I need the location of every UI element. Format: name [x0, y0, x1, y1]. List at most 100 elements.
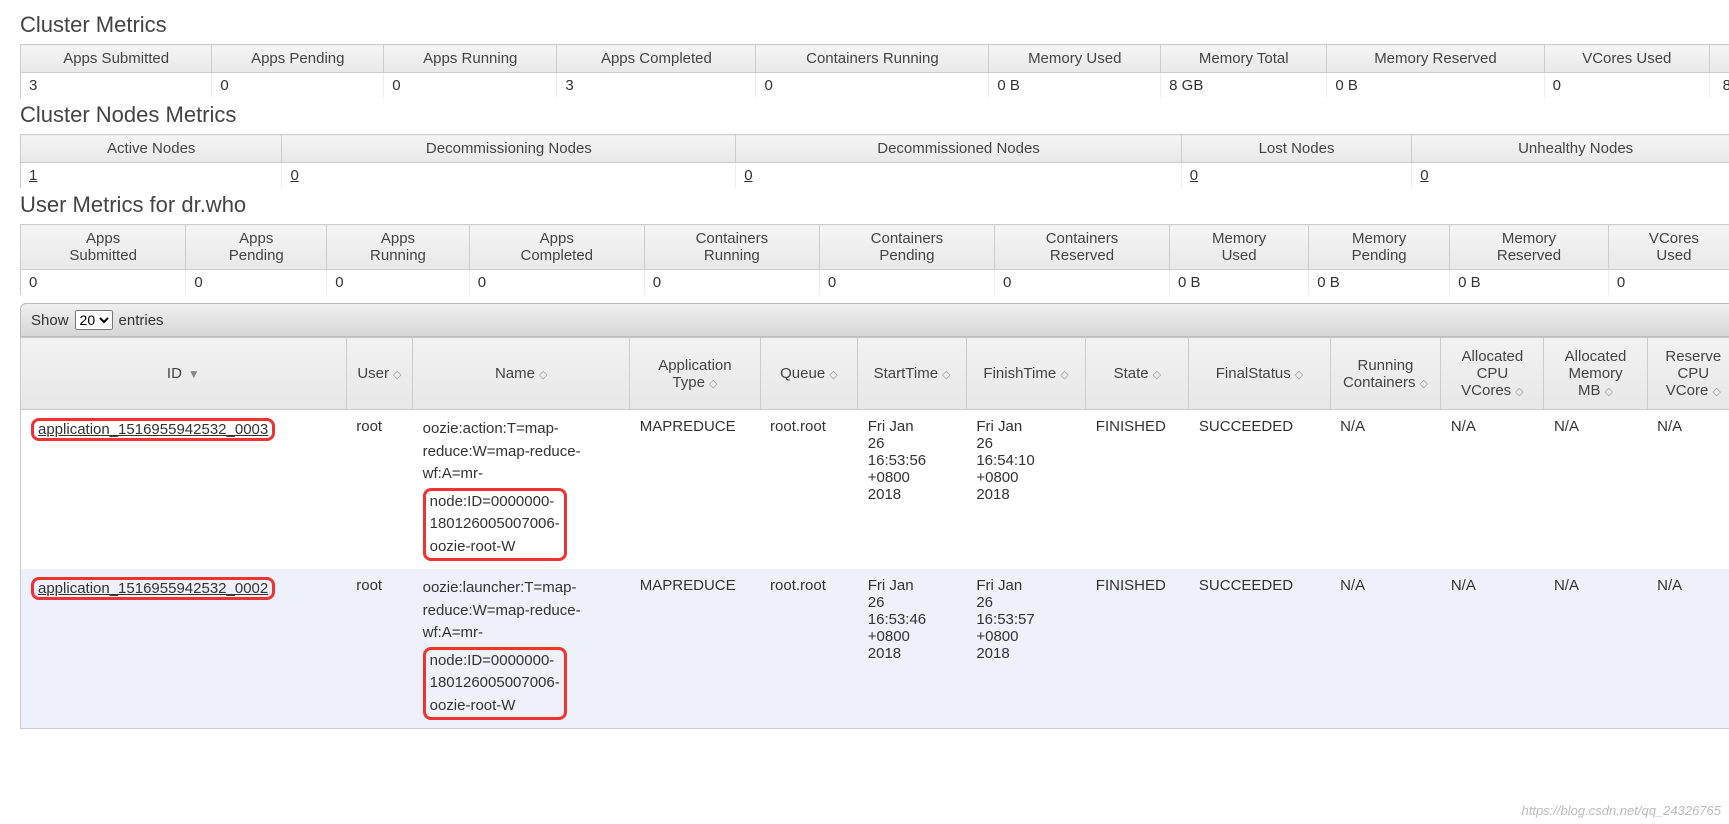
col-header[interactable]: Active Nodes	[21, 135, 282, 163]
app-id-highlight: application_1516955942532_0003	[31, 418, 275, 441]
col-header[interactable]: Name◇	[413, 338, 630, 410]
metric-value: 0	[819, 270, 994, 296]
cell-mem: N/A	[1544, 569, 1647, 729]
cluster-metrics-table: Apps SubmittedApps PendingApps RunningAp…	[20, 44, 1729, 98]
cell-id: application_1516955942532_0002	[21, 569, 347, 729]
col-header[interactable]: AppsSubmitted	[21, 225, 186, 270]
col-header[interactable]: AppsPending	[186, 225, 327, 270]
node-link[interactable]: 0	[744, 167, 752, 184]
sort-icon: ◇	[942, 369, 950, 381]
cell-rc: N/A	[1330, 410, 1441, 570]
name-highlight: node:ID=0000000-180126005007006-oozie-ro…	[423, 488, 567, 562]
col-header[interactable]: MemoryPending	[1309, 225, 1450, 270]
node-link[interactable]: 0	[1420, 167, 1428, 184]
col-header[interactable]: Apps Running	[384, 45, 557, 73]
col-header[interactable]: Queue◇	[760, 338, 858, 410]
col-header[interactable]: ContainersRunning	[644, 225, 819, 270]
metric-value: 0	[1544, 73, 1709, 99]
col-header[interactable]: Decommissioning Nodes	[282, 135, 736, 163]
metric-value: 0	[21, 270, 186, 296]
col-header[interactable]: FinalStatus◇	[1189, 338, 1330, 410]
node-link[interactable]: 0	[1190, 167, 1198, 184]
metric-value: 0 B	[989, 73, 1161, 99]
col-header[interactable]: State◇	[1086, 338, 1189, 410]
cell-id: application_1516955942532_0003	[21, 410, 347, 570]
cell-name: oozie:launcher:T=map-reduce:W=map-reduce…	[413, 569, 630, 729]
metric-value: 0	[384, 73, 557, 99]
sort-icon: ◇	[539, 369, 547, 381]
col-header[interactable]: Decommissioned Nodes	[736, 135, 1182, 163]
cell-start: Fri Jan2616:53:46+08002018	[858, 569, 967, 729]
app-id-link[interactable]: application_1516955942532_0002	[38, 580, 268, 597]
sort-desc-icon: ▼	[188, 367, 200, 381]
metric-value: 0 B	[1327, 73, 1544, 99]
col-header[interactable]: Apps Completed	[557, 45, 756, 73]
col-header[interactable]: ContainersPending	[819, 225, 994, 270]
col-header[interactable]: ID▼	[21, 338, 347, 410]
col-header[interactable]: MemoryUsed	[1170, 225, 1309, 270]
sort-icon: ◇	[1515, 386, 1523, 398]
col-header[interactable]: Apps Pending	[212, 45, 384, 73]
cell-mem: N/A	[1544, 410, 1647, 570]
col-header[interactable]: VCores Used	[1544, 45, 1709, 73]
col-header[interactable]: ContainersReserved	[994, 225, 1169, 270]
col-header[interactable]: Containers Running	[756, 45, 989, 73]
cell-cpu: N/A	[1441, 569, 1544, 729]
section-cluster-metrics: Cluster Metrics	[20, 12, 1729, 38]
cell-cpu: N/A	[1441, 410, 1544, 570]
metric-value: 0	[469, 270, 644, 296]
col-header[interactable]: VCoresUsed	[1608, 225, 1729, 270]
cell-type: MAPREDUCE	[630, 410, 760, 570]
cell-final: SUCCEEDED	[1189, 410, 1330, 570]
col-header[interactable]: Unhealthy Nodes	[1412, 135, 1729, 163]
section-cluster-nodes: Cluster Nodes Metrics	[20, 102, 1729, 128]
sort-icon: ◇	[709, 378, 717, 390]
node-link[interactable]: 1	[29, 167, 37, 184]
col-header[interactable]: AppsRunning	[327, 225, 470, 270]
metric-value: 0	[1181, 163, 1411, 189]
col-header[interactable]: RunningContainers◇	[1330, 338, 1441, 410]
cell-name: oozie:action:T=map-reduce:W=map-reduce-w…	[413, 410, 630, 570]
col-header[interactable]: StartTime◇	[858, 338, 967, 410]
nodes-metrics-table: Active NodesDecommissioning NodesDecommi…	[20, 134, 1729, 188]
metric-value: 0	[282, 163, 736, 189]
table-row: application_1516955942532_0003 rootoozie:…	[21, 410, 1729, 570]
cell-finish: Fri Jan2616:53:57+08002018	[966, 569, 1085, 729]
metric-value: 0	[994, 270, 1169, 296]
col-header[interactable]: Memory Used	[989, 45, 1161, 73]
cell-finish: Fri Jan2616:54:10+08002018	[966, 410, 1085, 570]
col-header[interactable]: AllocatedCPUVCores◇	[1441, 338, 1544, 410]
col-header[interactable]: ReserveCPUVCore◇	[1647, 338, 1729, 410]
page-size-select[interactable]: 20	[75, 310, 113, 330]
col-header[interactable]: FinishTime◇	[966, 338, 1085, 410]
metric-value: 0 B	[1170, 270, 1309, 296]
metric-value: 0	[756, 73, 989, 99]
cell-rc: N/A	[1330, 569, 1441, 729]
col-header[interactable]: User◇	[346, 338, 412, 410]
cell-state: FINISHED	[1086, 410, 1189, 570]
col-header[interactable]: Lost Nodes	[1181, 135, 1411, 163]
metric-value: 0	[644, 270, 819, 296]
col-header[interactable]: Memory Reserved	[1327, 45, 1544, 73]
cell-rcpu: N/A	[1647, 569, 1729, 729]
metric-value: 8 GB	[1161, 73, 1327, 99]
col-header[interactable]: MemoryReserved	[1450, 225, 1609, 270]
col-header[interactable]: Memory Total	[1161, 45, 1327, 73]
col-header[interactable]: AllocatedMemoryMB◇	[1544, 338, 1647, 410]
cell-user: root	[346, 410, 412, 570]
node-link[interactable]: 0	[290, 167, 298, 184]
metric-value: 0	[212, 73, 384, 99]
col-header[interactable]: ApplicationType◇	[630, 338, 760, 410]
sort-icon: ◇	[1419, 378, 1427, 390]
cell-rcpu: N/A	[1647, 410, 1729, 570]
col-header[interactable]: AppsCompleted	[469, 225, 644, 270]
name-highlight: node:ID=0000000-180126005007006-oozie-ro…	[423, 647, 567, 721]
cell-user: root	[346, 569, 412, 729]
col-header[interactable]: Apps Submitted	[21, 45, 212, 73]
sort-icon: ◇	[829, 369, 837, 381]
show-label: Show	[31, 312, 69, 329]
metric-value: 0	[327, 270, 470, 296]
app-id-link[interactable]: application_1516955942532_0003	[38, 421, 268, 438]
sort-icon: ◇	[1712, 386, 1720, 398]
metric-value: 0	[1412, 163, 1729, 189]
